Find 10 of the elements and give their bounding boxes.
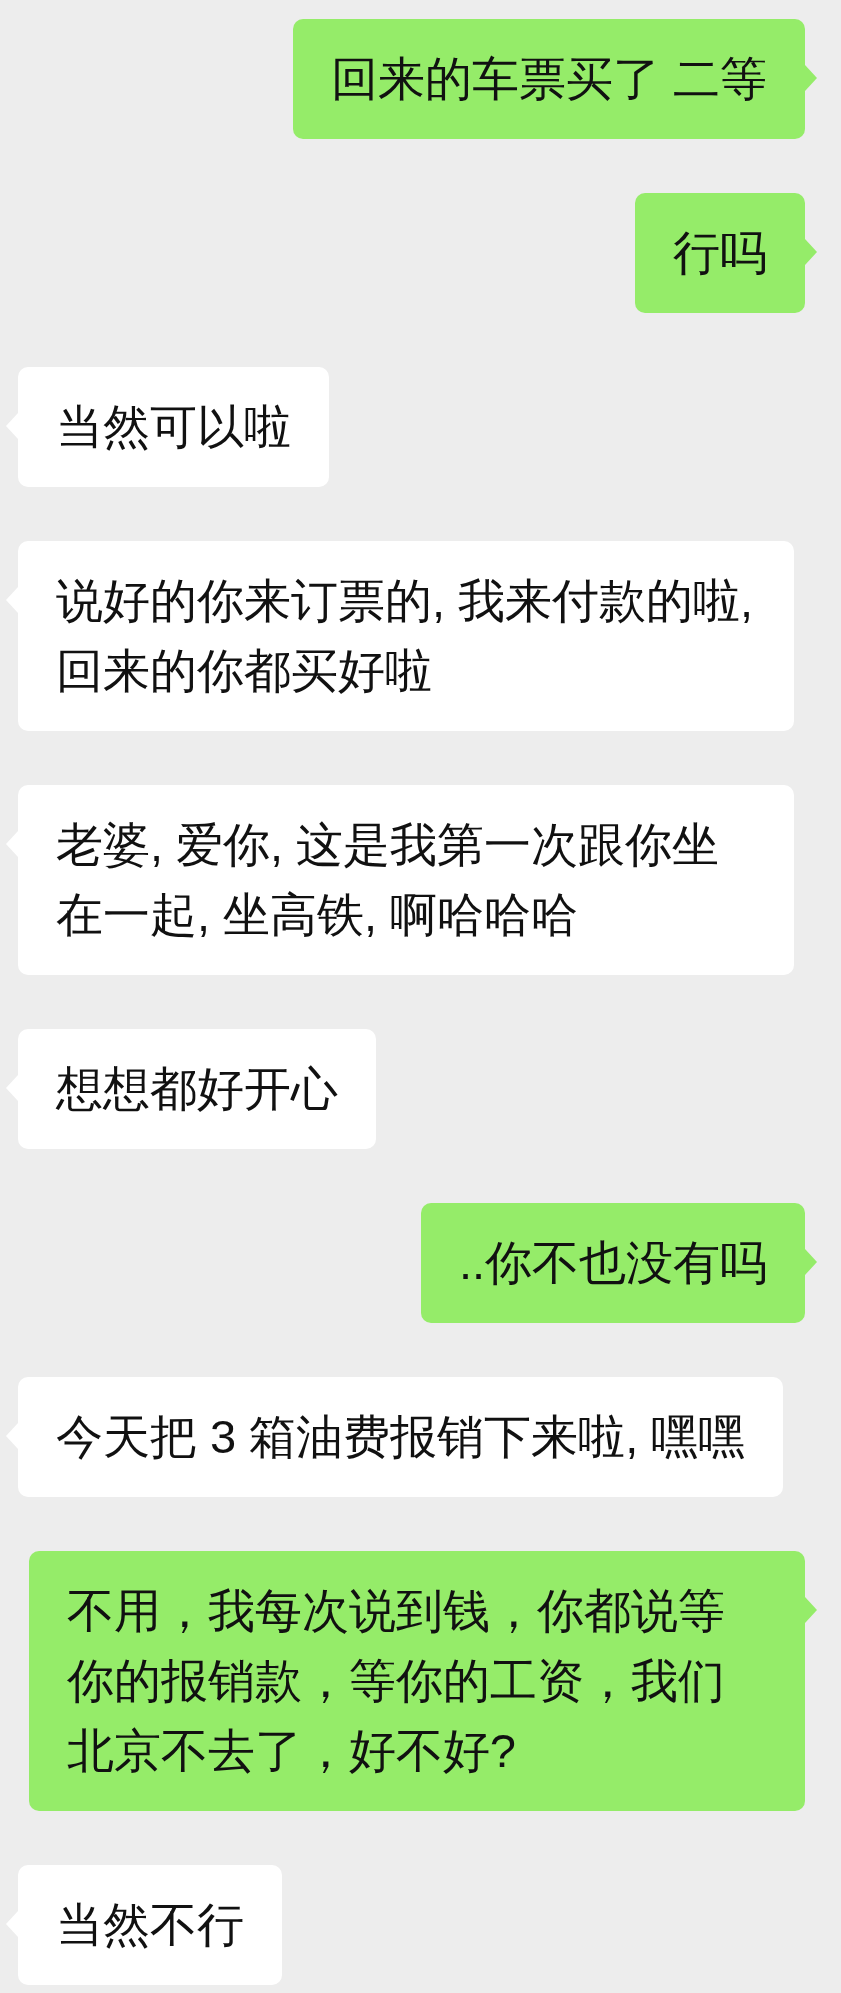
message-bubble: 行吗 <box>635 193 805 313</box>
message-bubble: 想想都好开心 <box>18 1029 376 1149</box>
message-bubble: 老婆, 爱你, 这是我第一次跟你坐在一起, 坐高铁, 啊哈哈哈 <box>18 785 795 975</box>
message-bubble: 回来的车票买了 二等 <box>292 19 805 139</box>
message-bubble: 当然可以啦 <box>18 367 329 487</box>
message-bubble: 不用，我每次说到钱，你都说等你的报销款，等你的工资，我们北京不去了，好不好? <box>28 1551 805 1811</box>
message-bubble: 说好的你来订票的, 我来付款的啦, 回来的你都买好啦 <box>18 541 795 731</box>
message-bubble: ..你不也没有吗 <box>420 1203 805 1323</box>
message-bubble: 今天把 3 箱油费报销下来啦, 嘿嘿 <box>18 1377 784 1497</box>
message-bubble: 当然不行 <box>18 1865 282 1985</box>
